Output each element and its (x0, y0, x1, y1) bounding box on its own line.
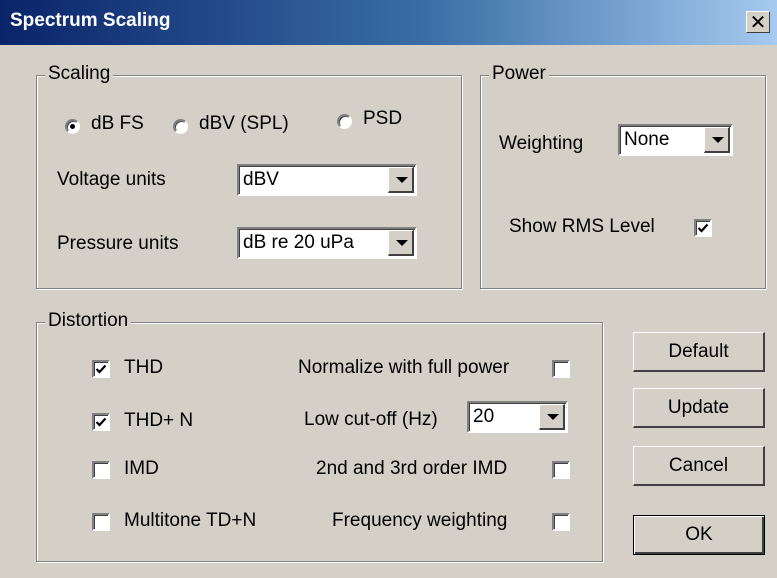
radio-dbv-spl[interactable] (173, 119, 188, 134)
thd-label[interactable]: THD (124, 357, 163, 379)
radio-db-fs[interactable] (65, 119, 80, 134)
pressure-units-value: dB re 20 uPa (243, 232, 354, 253)
thd-checkbox[interactable] (92, 360, 110, 378)
weighting-value: None (624, 129, 670, 150)
low-cutoff-select[interactable]: 20 (467, 401, 568, 433)
check-icon (95, 364, 107, 374)
radio-psd[interactable] (337, 114, 352, 129)
imd-checkbox[interactable] (92, 461, 110, 479)
chevron-down-icon[interactable] (539, 404, 565, 430)
freq-weighting-label[interactable]: Frequency weighting (332, 510, 507, 532)
voltage-units-select[interactable]: dBV (237, 164, 417, 196)
radio-psd-label[interactable]: PSD (363, 108, 402, 130)
close-button[interactable]: ✕ (746, 11, 770, 33)
multitone-label[interactable]: Multitone TD+N (124, 510, 256, 532)
weighting-label: Weighting (499, 133, 584, 154)
ok-button[interactable]: OK (633, 515, 765, 555)
title-bar: Spectrum Scaling ✕ (0, 0, 777, 45)
cancel-button[interactable]: Cancel (633, 446, 765, 486)
normalize-checkbox[interactable] (552, 360, 570, 378)
distortion-group: Distortion THD THD+ N IMD Multitone TD+N… (36, 310, 603, 562)
thd-n-checkbox[interactable] (92, 413, 110, 431)
power-legend: Power (489, 63, 549, 85)
show-rms-label[interactable]: Show RMS Level (509, 216, 655, 238)
radio-selected-dot (70, 124, 75, 129)
freq-weighting-checkbox[interactable] (552, 513, 570, 531)
check-icon (697, 223, 709, 233)
check-icon (95, 417, 107, 427)
pressure-units-label: Pressure units (57, 233, 179, 254)
pressure-units-select[interactable]: dB re 20 uPa (237, 227, 417, 259)
imd-label[interactable]: IMD (124, 458, 159, 480)
order-imd-checkbox[interactable] (552, 461, 570, 479)
multitone-checkbox[interactable] (92, 513, 110, 531)
default-button[interactable]: Default (633, 332, 765, 372)
distortion-legend: Distortion (45, 310, 132, 332)
normalize-label[interactable]: Normalize with full power (298, 357, 509, 379)
voltage-units-value: dBV (243, 169, 279, 190)
chevron-down-icon[interactable] (704, 127, 730, 153)
window-title: Spectrum Scaling (10, 10, 171, 31)
update-button[interactable]: Update (633, 388, 765, 428)
radio-dbv-spl-label[interactable]: dBV (SPL) (199, 113, 289, 135)
radio-db-fs-label[interactable]: dB FS (91, 113, 144, 135)
scaling-legend: Scaling (45, 63, 114, 85)
chevron-down-icon[interactable] (388, 167, 414, 193)
show-rms-checkbox[interactable] (694, 219, 712, 237)
thd-n-label[interactable]: THD+ N (124, 410, 193, 432)
scaling-group: Scaling dB FS dBV (SPL) PSD Voltage unit… (36, 63, 462, 289)
order-imd-label[interactable]: 2nd and 3rd order IMD (316, 458, 507, 480)
chevron-down-icon[interactable] (388, 230, 414, 256)
voltage-units-label: Voltage units (57, 169, 166, 190)
close-icon: ✕ (749, 10, 767, 34)
weighting-select[interactable]: None (618, 124, 733, 156)
power-group: Power Weighting None Show RMS Level (480, 63, 766, 289)
low-cutoff-value: 20 (473, 406, 495, 427)
low-cutoff-label: Low cut-off (Hz) (304, 409, 438, 430)
